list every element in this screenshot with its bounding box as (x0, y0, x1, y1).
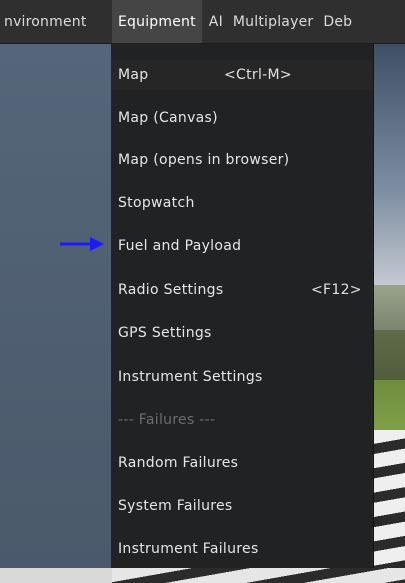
scene-mountains (372, 285, 405, 330)
menu-item-shortcut: <Ctrl-M> (224, 67, 292, 83)
menu-item-label: Radio Settings (118, 282, 224, 298)
menu-item-gps-settings[interactable]: GPS Settings (111, 318, 373, 348)
menu-debug[interactable]: Deb (323, 14, 352, 30)
menu-item-label: Stopwatch (118, 195, 195, 211)
menu-item-label: Map (opens in browser) (118, 152, 290, 168)
menu-item-map-canvas[interactable]: Map (Canvas) (111, 103, 373, 133)
scene-left-area (0, 43, 112, 583)
menu-item-radio-settings[interactable]: Radio Settings <F12> (111, 275, 373, 305)
menu-item-label: Map (118, 67, 149, 83)
menu-item-instrument-failures[interactable]: Instrument Failures (111, 534, 373, 564)
menu-item-label: System Failures (118, 498, 233, 514)
menu-separator-failures: --- Failures --- (111, 405, 373, 435)
menu-item-system-failures[interactable]: System Failures (111, 491, 373, 521)
menu-ai[interactable]: AI (209, 14, 223, 30)
scene-sky (372, 43, 405, 293)
scene-left-bottom (0, 568, 112, 583)
arrow-right-icon (60, 237, 104, 251)
scene-grass (372, 380, 405, 430)
menu-item-label: Instrument Settings (118, 369, 263, 385)
menu-item-shortcut: <F12> (311, 282, 362, 298)
menu-multiplayer[interactable]: Multiplayer (233, 14, 313, 30)
menu-item-label: Instrument Failures (118, 541, 259, 557)
menu-equipment[interactable]: Equipment (112, 0, 202, 43)
menu-item-label: GPS Settings (118, 325, 212, 341)
menu-item-label: Fuel and Payload (118, 238, 242, 254)
menu-item-fuel-payload[interactable]: Fuel and Payload (111, 231, 373, 261)
scene-runway-stripes (372, 430, 405, 583)
menu-item-label: Map (Canvas) (118, 110, 218, 126)
menu-item-map[interactable]: Map <Ctrl-M> (111, 60, 373, 90)
menu-item-stopwatch[interactable]: Stopwatch (111, 188, 373, 218)
menu-item-random-failures[interactable]: Random Failures (111, 448, 373, 478)
menu-item-map-browser[interactable]: Map (opens in browser) (111, 145, 373, 175)
menu-item-label: --- Failures --- (118, 412, 216, 428)
scene-bottom-stripes (112, 568, 405, 583)
menu-item-instrument-settings[interactable]: Instrument Settings (111, 362, 373, 392)
menu-item-label: Random Failures (118, 455, 239, 471)
menu-bar: nvironment Equipment AI Multiplayer Deb (0, 0, 405, 44)
equipment-dropdown-menu: Map <Ctrl-M> Map (Canvas) Map (opens in … (111, 43, 374, 568)
menu-environment[interactable]: nvironment (4, 14, 112, 30)
